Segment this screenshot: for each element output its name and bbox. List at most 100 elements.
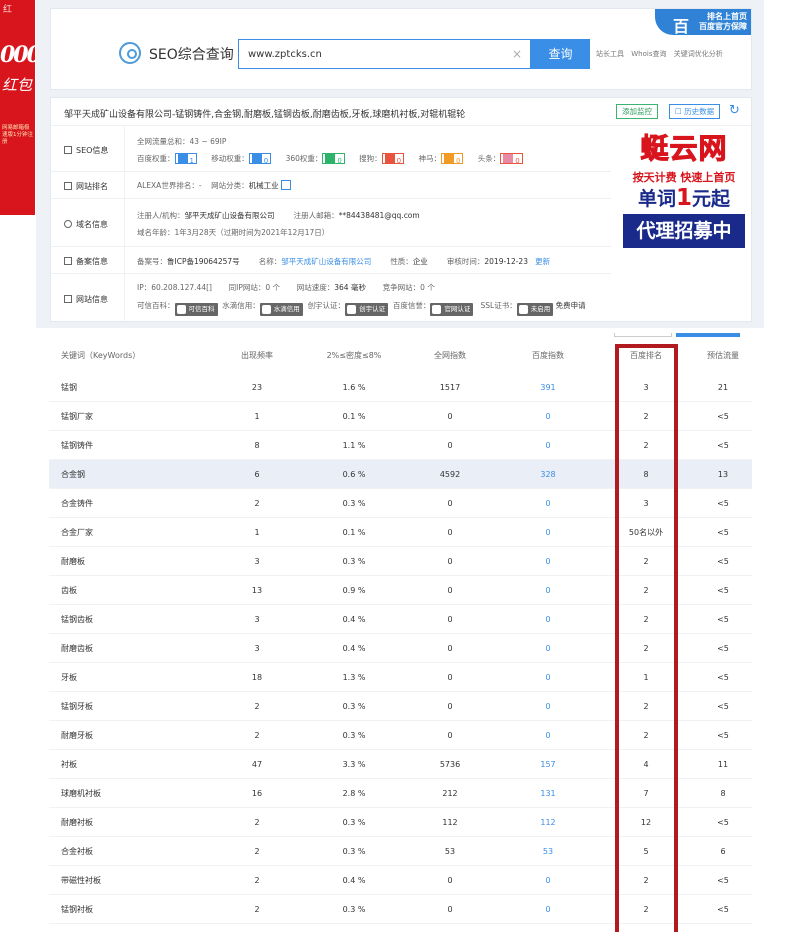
table-row[interactable]: 衬板 47 3.3 % 5736 157 4 11 — [49, 750, 752, 779]
table-row[interactable]: 齿板 13 0.9 % 0 0 2 <5 — [49, 576, 752, 605]
cell-keyword[interactable]: 带磁性衬板 — [61, 866, 101, 894]
cell-keyword[interactable]: 耐磨齿板 — [61, 634, 93, 662]
trust-badge[interactable]: 可信百科 — [174, 303, 218, 316]
icp-name-link[interactable]: 邹平天成矿山设备有限公司 — [281, 257, 371, 266]
history-data-button[interactable]: ☐ 历史数据 — [669, 104, 721, 119]
cell-est-traffic: 21 — [717, 382, 729, 392]
cell-keyword[interactable]: 锰钢 — [61, 373, 77, 401]
table-row[interactable]: 合金厂家 1 0.1 % 0 0 50名以外 <5 — [49, 518, 752, 547]
header-est-traffic[interactable]: 预估流量 — [695, 337, 751, 373]
table-row[interactable]: 锰钢牙板 2 0.3 % 0 0 2 <5 — [49, 692, 752, 721]
cell-baidu-index[interactable]: 0 — [519, 431, 577, 459]
left-ad-banner[interactable]: 红 000 红包 网易邮箱极速版1分钟注册 — [0, 0, 35, 215]
cell-keyword[interactable]: 锰钢铸件 — [61, 431, 93, 459]
cell-baidu-index[interactable]: 0 — [519, 895, 577, 923]
cell-keyword[interactable]: 衬板 — [61, 750, 77, 778]
icp-update-link[interactable]: 更新 — [535, 257, 550, 266]
link-whois[interactable]: Whois查询 — [631, 50, 666, 58]
cell-frequency: 2 — [254, 498, 260, 508]
add-monitor-button[interactable]: 添加监控 — [616, 104, 658, 119]
cell-baidu-index[interactable]: 0 — [519, 721, 577, 749]
cell-frequency: 2 — [254, 817, 260, 827]
cell-keyword[interactable]: 合金厂家 — [61, 518, 93, 546]
cell-baidu-index[interactable]: 53 — [519, 837, 577, 865]
table-row[interactable]: 耐磨衬板 2 0.3 % 112 112 12 <5 — [49, 808, 752, 837]
header-baidu-index[interactable]: 百度指数 — [519, 337, 577, 373]
cell-baidu-index[interactable]: 157 — [519, 750, 577, 778]
water-badge[interactable]: 水滴信用 — [259, 303, 303, 316]
cell-baidu-index[interactable]: 0 — [519, 518, 577, 546]
right-ad-banner[interactable]: 蜓云网 按天计费 快速上首页 单词1元起 代理招募中 — [623, 131, 745, 251]
cell-keyword[interactable]: 齿板 — [61, 576, 77, 604]
cell-baidu-index[interactable]: 0 — [519, 605, 577, 633]
cell-baidu-index[interactable]: 112 — [519, 808, 577, 836]
cell-baidu-index[interactable]: 0 — [519, 576, 577, 604]
table-row[interactable]: 带磁性衬板 2 0.4 % 0 0 2 <5 — [49, 866, 752, 895]
clear-icon[interactable]: × — [512, 47, 522, 61]
cell-baidu-index[interactable]: 0 — [519, 692, 577, 720]
cell-baidu-index[interactable]: 328 — [519, 460, 577, 488]
cell-baidu-index[interactable]: 0 — [519, 402, 577, 430]
cell-keyword[interactable]: 耐磨衬板 — [61, 808, 93, 836]
baidu-paw-icon — [177, 154, 188, 163]
ssl-badge[interactable]: 未启用 — [516, 303, 554, 316]
cell-baidu-index[interactable]: 391 — [519, 373, 577, 401]
table-row[interactable]: 锰钢厂家 1 0.1 % 0 0 2 <5 — [49, 402, 752, 431]
baidu-weight-badge[interactable]: 1 — [174, 153, 197, 165]
search-box[interactable]: × — [238, 39, 531, 69]
link-keyword-analysis[interactable]: 关键词优化分析 — [674, 50, 723, 58]
cell-keyword[interactable]: 球磨机衬板 — [61, 779, 101, 807]
baidu-credit-badge[interactable]: 官网认证 — [430, 303, 474, 316]
cell-baidu-index[interactable]: 0 — [519, 547, 577, 575]
link-webmaster-tools[interactable]: 站长工具 — [596, 50, 624, 58]
360-weight-badge[interactable]: 0 — [322, 153, 345, 165]
cell-keyword[interactable]: 锰钢厂家 — [61, 402, 93, 430]
sogou-badge[interactable]: 0 — [381, 153, 405, 165]
search-button[interactable]: 查询 — [531, 39, 590, 69]
cell-baidu-index[interactable]: 0 — [519, 634, 577, 662]
shenma-badge[interactable]: 0 — [440, 153, 464, 165]
table-row[interactable]: 牙板 18 1.3 % 0 0 1 <5 — [49, 663, 752, 692]
cell-keyword[interactable]: 合金铸件 — [61, 489, 93, 517]
table-row[interactable]: 合金衬板 2 0.3 % 53 53 5 6 — [49, 837, 752, 866]
header-baidu-rank[interactable]: 百度排名 — [621, 337, 671, 373]
company-header: 邹平天成矿山设备有限公司-锰钢铸件,合金钢,耐磨板,锰钢齿板,耐磨齿板,牙板,球… — [51, 98, 751, 126]
cell-baidu-index[interactable]: 0 — [519, 866, 577, 894]
header-network-index[interactable]: 全网指数 — [421, 337, 479, 373]
header-density[interactable]: 2%≤密度≤8% — [319, 337, 389, 373]
toutiao-badge[interactable]: 0 — [500, 153, 523, 165]
table-row[interactable]: 锰钢 23 1.6 % 1517 391 3 21 — [49, 373, 752, 402]
cell-baidu-index[interactable]: 0 — [519, 489, 577, 517]
refresh-icon[interactable]: ↻ — [729, 103, 740, 118]
cell-density: 0.3 % — [342, 817, 366, 827]
table-row[interactable]: 球磨机衬板 16 2.8 % 212 131 7 8 — [49, 779, 752, 808]
table-row[interactable]: 锰钢齿板 3 0.4 % 0 0 2 <5 — [49, 605, 752, 634]
ranking-badge[interactable]: 百 排名上首页 百度官方保障 — [655, 9, 751, 36]
ssl-free-apply[interactable]: 免费申请 — [556, 301, 586, 310]
table-row[interactable]: 耐磨板 3 0.3 % 0 0 2 <5 — [49, 547, 752, 576]
cell-keyword[interactable]: 合金衬板 — [61, 837, 93, 865]
cell-keyword[interactable]: 锰钢齿板 — [61, 605, 93, 633]
table-row[interactable]: 锰钢衬板 2 0.3 % 0 0 2 <5 — [49, 895, 752, 924]
cell-keyword[interactable]: 耐磨牙板 — [61, 721, 93, 749]
cell-keyword[interactable]: 合金钢 — [61, 460, 85, 488]
table-row[interactable]: 合金钢 6 0.6 % 4592 328 8 13 — [49, 460, 752, 489]
search-input[interactable] — [239, 40, 489, 68]
table-row[interactable]: 耐磨齿板 3 0.4 % 0 0 2 <5 — [49, 634, 752, 663]
toutiao-icon — [503, 154, 514, 163]
chuangyu-badge[interactable]: 创宇认证 — [345, 303, 389, 316]
cell-keyword[interactable]: 牙板 — [61, 663, 77, 691]
cell-baidu-index[interactable]: 131 — [519, 779, 577, 807]
table-row[interactable]: 合金铸件 2 0.3 % 0 0 3 <5 — [49, 489, 752, 518]
cell-baidu-index[interactable]: 0 — [519, 663, 577, 691]
header-frequency[interactable]: 出现频率 — [229, 337, 285, 373]
cell-keyword[interactable]: 耐磨板 — [61, 547, 85, 575]
edit-icon[interactable] — [280, 180, 291, 190]
cell-keyword[interactable]: 锰钢牙板 — [61, 692, 93, 720]
table-row[interactable]: 耐磨牙板 2 0.3 % 0 0 2 <5 — [49, 721, 752, 750]
table-row[interactable]: 锰钢铸件 8 1.1 % 0 0 2 <5 — [49, 431, 752, 460]
header-keywords[interactable]: 关键词（KeyWords） — [61, 337, 140, 373]
cell-baidu-rank: 2 — [643, 730, 649, 740]
cell-keyword[interactable]: 锰钢衬板 — [61, 895, 93, 923]
mobile-weight-badge[interactable]: 0 — [248, 153, 272, 165]
